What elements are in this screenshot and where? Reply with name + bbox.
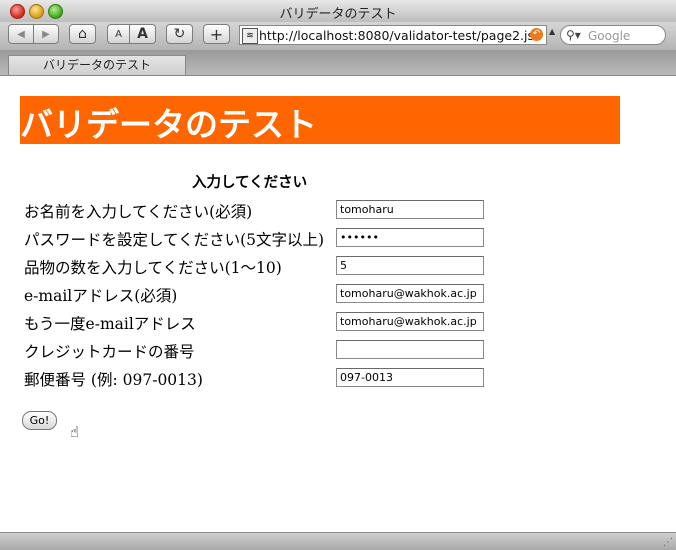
address-bar[interactable]: ≋ http://localhost:8080/validator-test/p… xyxy=(239,25,547,45)
favicon-icon: ≋ xyxy=(242,28,258,44)
hand-cursor-icon: ☝ xyxy=(70,423,80,441)
resize-grip-icon[interactable]: ⋰ xyxy=(663,537,673,548)
text-smaller-button[interactable]: A xyxy=(107,24,130,44)
email-confirm-input[interactable]: tomoharu@wakhok.ac.jp xyxy=(336,312,484,331)
window-title: バリデータのテスト xyxy=(279,7,397,22)
name-input[interactable]: tomoharu xyxy=(336,200,484,219)
tab-bar: バリデータのテスト xyxy=(0,50,676,76)
status-bar: ⋰ xyxy=(0,532,676,550)
address-dropdown-icon[interactable]: ▲ xyxy=(549,27,555,36)
email-label: e-mailアドレス(必須) xyxy=(24,287,178,305)
name-label: お名前を入力してください(必須) xyxy=(24,203,253,221)
reload-icon: ↻ xyxy=(173,26,186,42)
title-bar: バリデータのテスト xyxy=(0,0,676,23)
browser-toolbar: ◀ ▶ ⌂ A A ↻ + ≋ http://localhost:8080/va… xyxy=(0,22,676,50)
text-larger-label: A xyxy=(137,26,148,42)
page-title: バリデータのテスト xyxy=(20,105,317,144)
home-icon: ⌂ xyxy=(78,26,87,42)
back-icon: ◀ xyxy=(17,28,25,40)
email-input[interactable]: tomoharu@wakhok.ac.jp xyxy=(336,284,484,303)
password-label: パスワードを設定してください(5文字以上) xyxy=(24,231,325,249)
snapback-icon[interactable]: ↶ xyxy=(530,28,543,41)
postal-code-input[interactable]: 097-0013 xyxy=(336,368,484,387)
quantity-input[interactable]: 5 xyxy=(336,256,484,275)
add-bookmark-button[interactable]: + xyxy=(203,24,230,44)
credit-card-label: クレジットカードの番号 xyxy=(24,343,195,361)
tab-validator-test[interactable]: バリデータのテスト xyxy=(8,55,186,75)
search-placeholder: Google xyxy=(588,29,631,43)
page-content: バリデータのテスト 入力してください お名前を入力してください(必須) tomo… xyxy=(0,76,676,532)
email-confirm-label: もう一度e-mailアドレス xyxy=(24,315,196,333)
search-icon: ⚲▾ xyxy=(566,28,581,42)
postal-code-label: 郵便番号 (例: 097-0013) xyxy=(24,371,203,389)
forward-icon: ▶ xyxy=(42,28,50,40)
form-heading: 入力してください xyxy=(192,174,308,191)
add-bookmark-icon: + xyxy=(209,24,224,44)
back-button[interactable]: ◀ xyxy=(8,24,34,44)
reload-button[interactable]: ↻ xyxy=(166,24,193,44)
credit-card-input[interactable] xyxy=(336,340,484,359)
quantity-label: 品物の数を入力してください(1〜10) xyxy=(24,259,282,277)
password-input[interactable]: •••••• xyxy=(336,228,484,247)
submit-button[interactable]: Go! xyxy=(22,411,57,430)
search-field[interactable]: ⚲▾ Google xyxy=(560,25,666,45)
address-text: http://localhost:8080/validator-test/pag… xyxy=(259,28,539,43)
text-smaller-label: A xyxy=(115,28,122,40)
text-larger-button[interactable]: A xyxy=(129,24,156,44)
home-button[interactable]: ⌂ xyxy=(69,24,96,44)
page-banner: バリデータのテスト xyxy=(20,96,620,144)
forward-button[interactable]: ▶ xyxy=(33,24,59,44)
